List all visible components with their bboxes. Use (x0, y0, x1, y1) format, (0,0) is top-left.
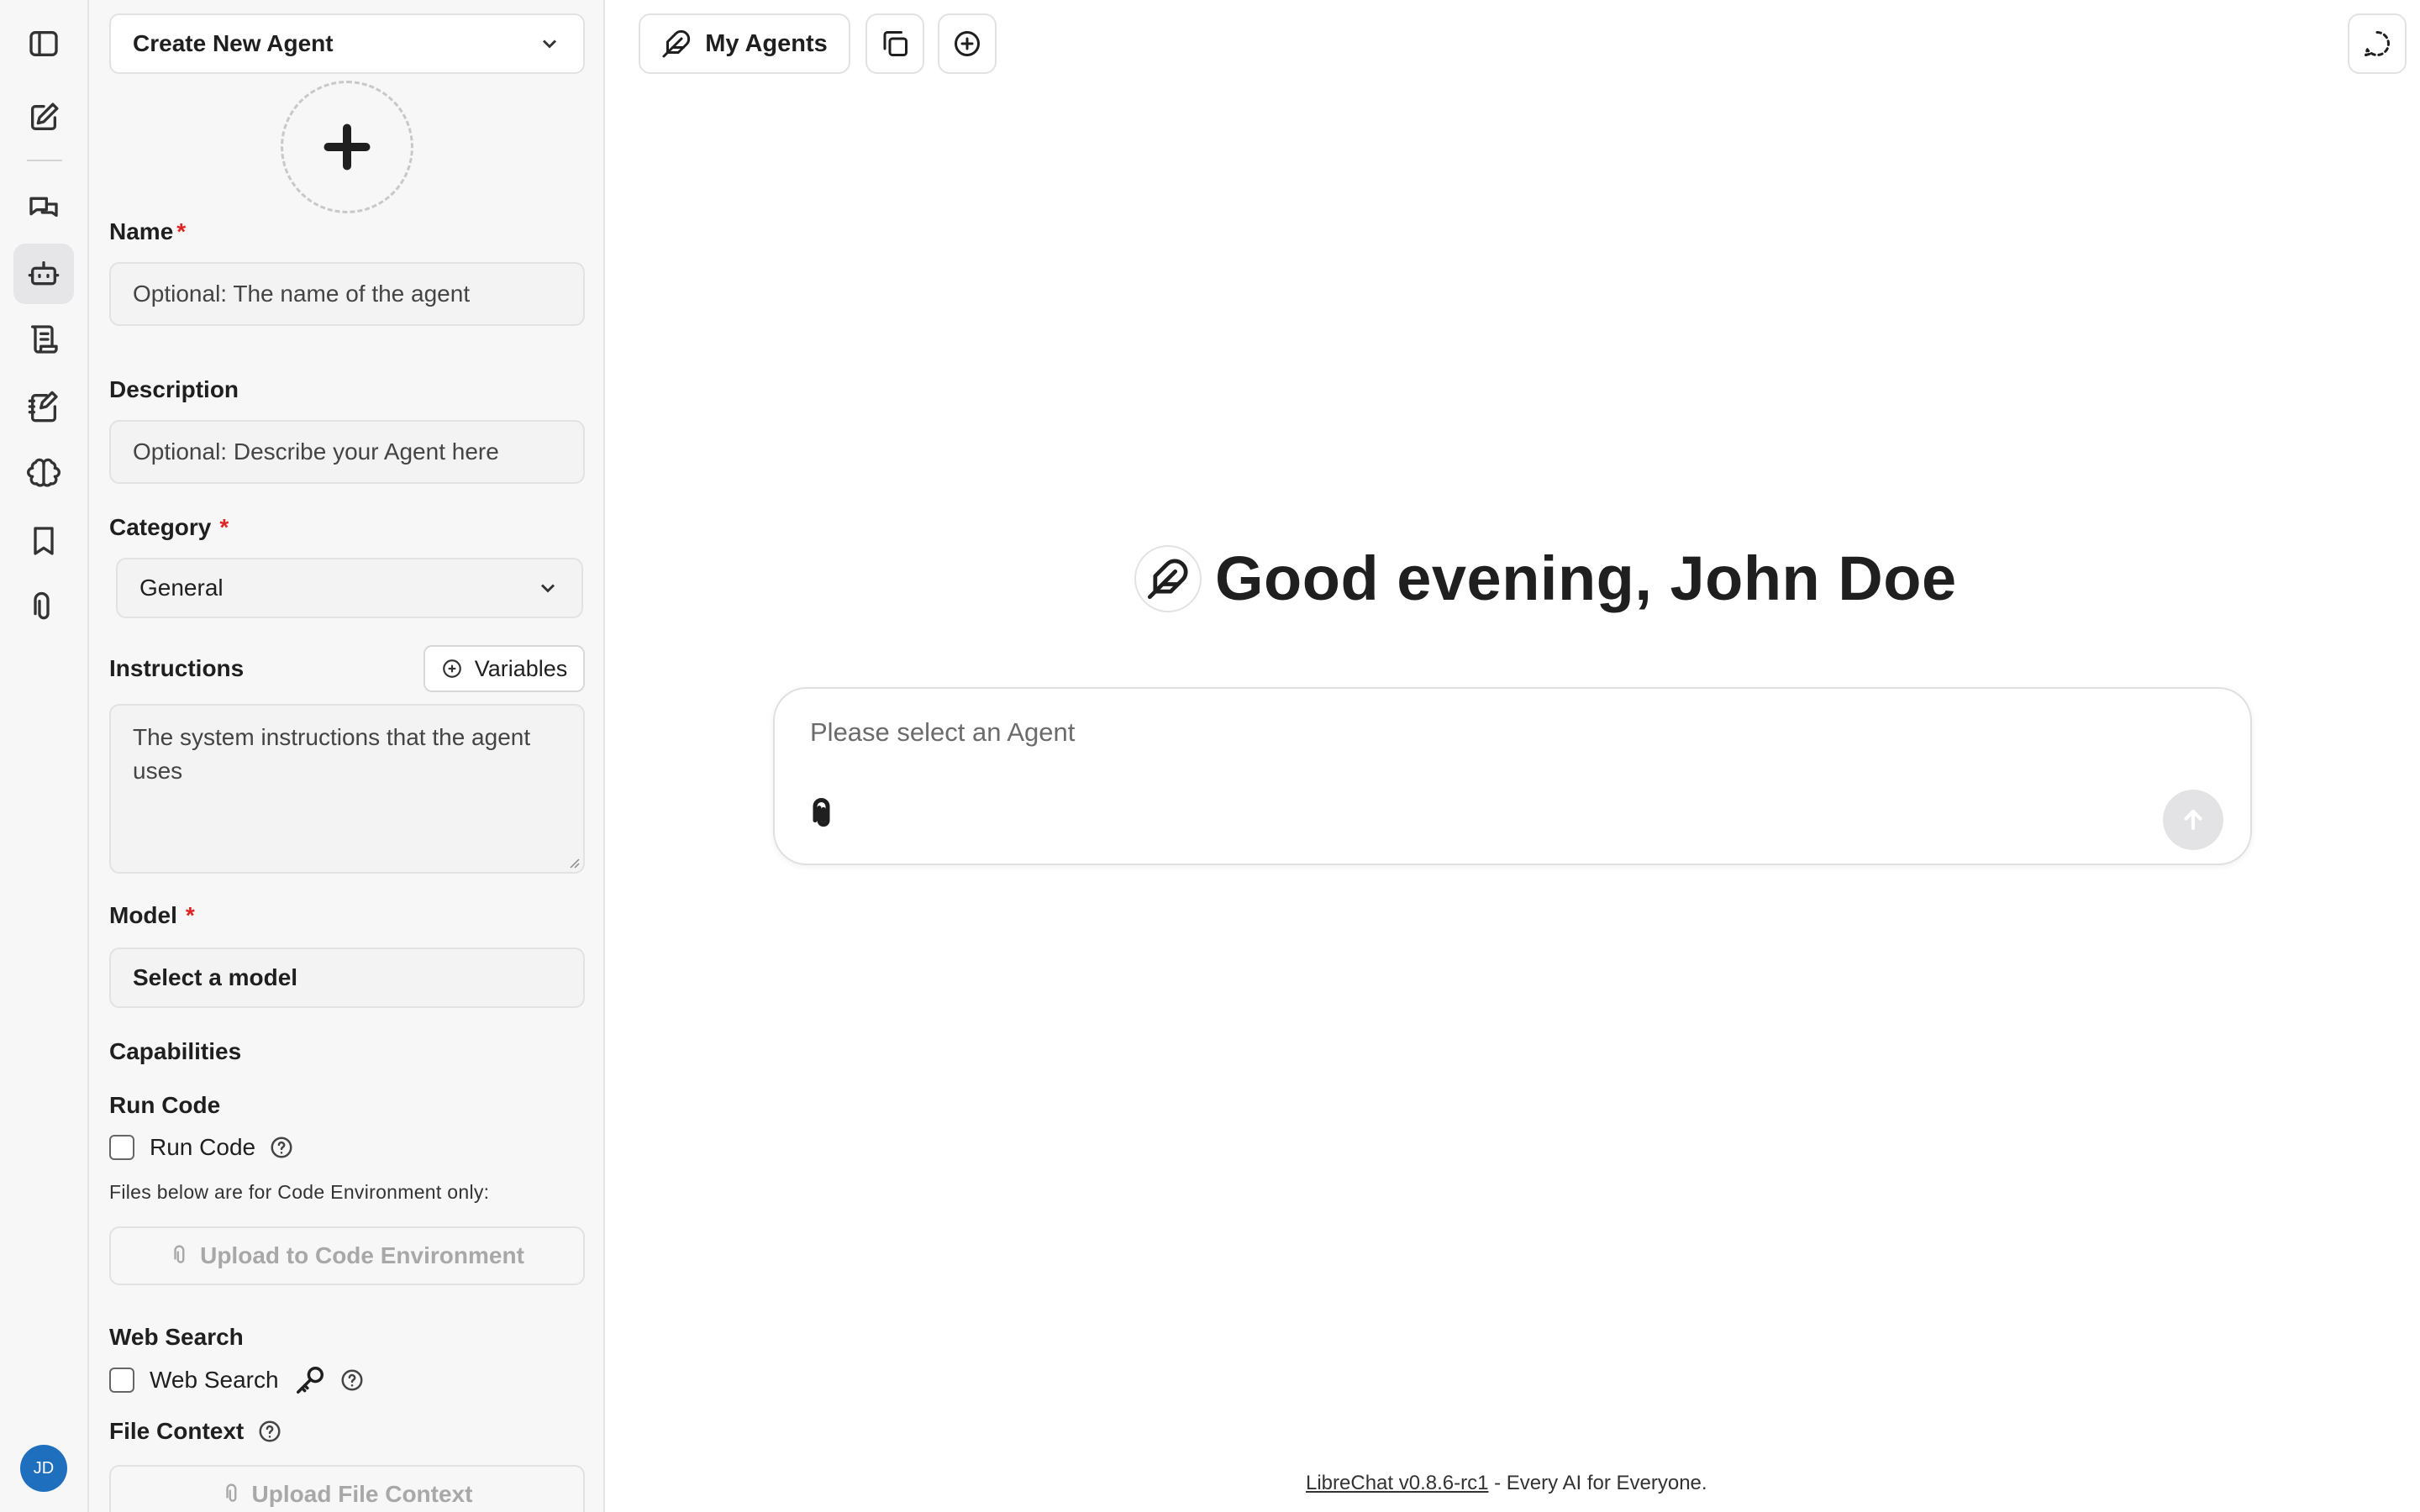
new-chat-button[interactable] (13, 87, 74, 148)
instructions-textarea[interactable]: The system instructions that the agent u… (109, 704, 585, 874)
attach-button[interactable] (803, 795, 844, 835)
agent-mode-label: Create New Agent (133, 30, 334, 56)
agent-description-input[interactable]: Optional: Describe your Agent here (109, 420, 585, 484)
web-search-checkbox[interactable] (109, 1368, 134, 1393)
agents-button[interactable] (13, 244, 74, 304)
arrow-up-icon (2184, 809, 2202, 831)
category-label: Category * (109, 514, 229, 540)
plus-circle-icon (955, 31, 980, 56)
agent-builder-panel: Create New Agent Name * Optional: The nam… (89, 0, 605, 1512)
feather-icon (662, 29, 691, 58)
web-search-checkbox-label[interactable]: Web Search (150, 1367, 279, 1394)
send-button[interactable] (2163, 790, 2223, 850)
model-label: Model * (109, 902, 195, 928)
my-agents-button[interactable]: My Agents (639, 13, 850, 74)
file-context-row: File Context (109, 1418, 282, 1445)
variables-label: Variables (474, 655, 568, 681)
resize-handle-icon[interactable] (566, 855, 580, 869)
name-label: Name * (109, 218, 187, 244)
version-link[interactable]: LibreChat v0.8.6-rc1 (1306, 1472, 1488, 1494)
model-select[interactable]: Select a model (109, 948, 585, 1008)
memories-button[interactable] (13, 444, 74, 504)
temporary-chat-button[interactable] (2348, 13, 2407, 74)
paperclip-icon (813, 798, 830, 827)
footer-tagline: - Every AI for Everyone. (1488, 1472, 1707, 1494)
rail-divider (27, 160, 62, 161)
bookmarks-button[interactable] (13, 511, 74, 571)
feather-icon (1134, 544, 1202, 612)
edit-icon (31, 102, 59, 130)
new-chat-top-button[interactable] (938, 13, 997, 74)
icon-rail: JD (0, 0, 89, 1512)
sidebar-toggle-icon (29, 31, 58, 57)
notebook-pen-icon (28, 391, 58, 423)
brain-icon (27, 458, 60, 487)
upload-file-context-label: Upload File Context (251, 1481, 473, 1507)
prompts-button[interactable] (13, 309, 74, 370)
agent-name-placeholder: Optional: The name of the agent (133, 281, 471, 307)
bookmark-icon (34, 527, 54, 555)
agent-avatar-upload[interactable] (281, 81, 413, 213)
upload-code-env-button[interactable]: Upload to Code Environment (109, 1226, 585, 1285)
instructions-placeholder: The system instructions that the agent u… (133, 724, 531, 784)
chevron-down-icon (540, 584, 555, 593)
run-code-section-label: Run Code (109, 1092, 221, 1118)
avatar[interactable]: JD (20, 1445, 67, 1492)
instructions-label: Instructions (109, 655, 245, 681)
paperclip-icon (225, 1483, 236, 1502)
scroll-icon (31, 325, 58, 354)
greeting-text: Good evening, John Doe (1215, 543, 1957, 613)
upload-code-env-label: Upload to Code Environment (200, 1242, 524, 1268)
help-circle-icon[interactable] (269, 1135, 294, 1160)
upload-file-context-button[interactable]: Upload File Context (109, 1465, 585, 1512)
category-value: General (139, 575, 224, 601)
bot-icon (28, 261, 60, 286)
plus-circle-icon (442, 659, 461, 678)
conversations-button[interactable] (13, 178, 74, 239)
chevron-down-icon (542, 39, 557, 49)
category-select[interactable]: General (116, 558, 583, 618)
key-icon[interactable] (294, 1364, 326, 1396)
capabilities-heading: Capabilities (109, 1038, 242, 1064)
agent-description-placeholder: Optional: Describe your Agent here (133, 438, 499, 465)
paperclip-icon (34, 591, 50, 620)
attachments-button[interactable] (13, 578, 74, 638)
footer: LibreChat v0.8.6-rc1 - Every AI for Ever… (1306, 1472, 1707, 1495)
agent-mode-select[interactable]: Create New Agent (109, 13, 585, 74)
help-circle-icon[interactable] (339, 1368, 365, 1393)
run-code-row: Run Code (109, 1134, 294, 1161)
notes-button[interactable] (13, 376, 74, 437)
message-composer[interactable]: Please select an Agent (773, 687, 2252, 865)
paperclip-icon (174, 1245, 185, 1263)
message-input[interactable]: Please select an Agent (810, 717, 1075, 748)
model-value: Select a model (133, 964, 298, 990)
run-code-checkbox[interactable] (109, 1135, 134, 1160)
toggle-sidebar-button[interactable] (13, 13, 74, 74)
copy-icon (883, 31, 908, 56)
copy-button[interactable] (865, 13, 924, 74)
greeting: Good evening, John Doe (1134, 543, 1957, 614)
web-search-row: Web Search (109, 1364, 365, 1396)
help-circle-icon[interactable] (257, 1419, 282, 1444)
chat-bubbles-icon (29, 197, 58, 217)
variables-button[interactable]: Variables (424, 645, 585, 692)
plus-icon (324, 123, 371, 171)
file-context-section-label: File Context (109, 1418, 245, 1444)
code-env-note: Files below are for Code Environment onl… (109, 1181, 490, 1203)
description-label: Description (109, 376, 239, 402)
run-code-checkbox-label[interactable]: Run Code (150, 1134, 255, 1161)
dashed-bubble-icon (2365, 31, 2390, 56)
agent-name-input[interactable]: Optional: The name of the agent (109, 262, 585, 326)
web-search-section-label: Web Search (109, 1324, 244, 1350)
my-agents-label: My Agents (705, 29, 828, 57)
